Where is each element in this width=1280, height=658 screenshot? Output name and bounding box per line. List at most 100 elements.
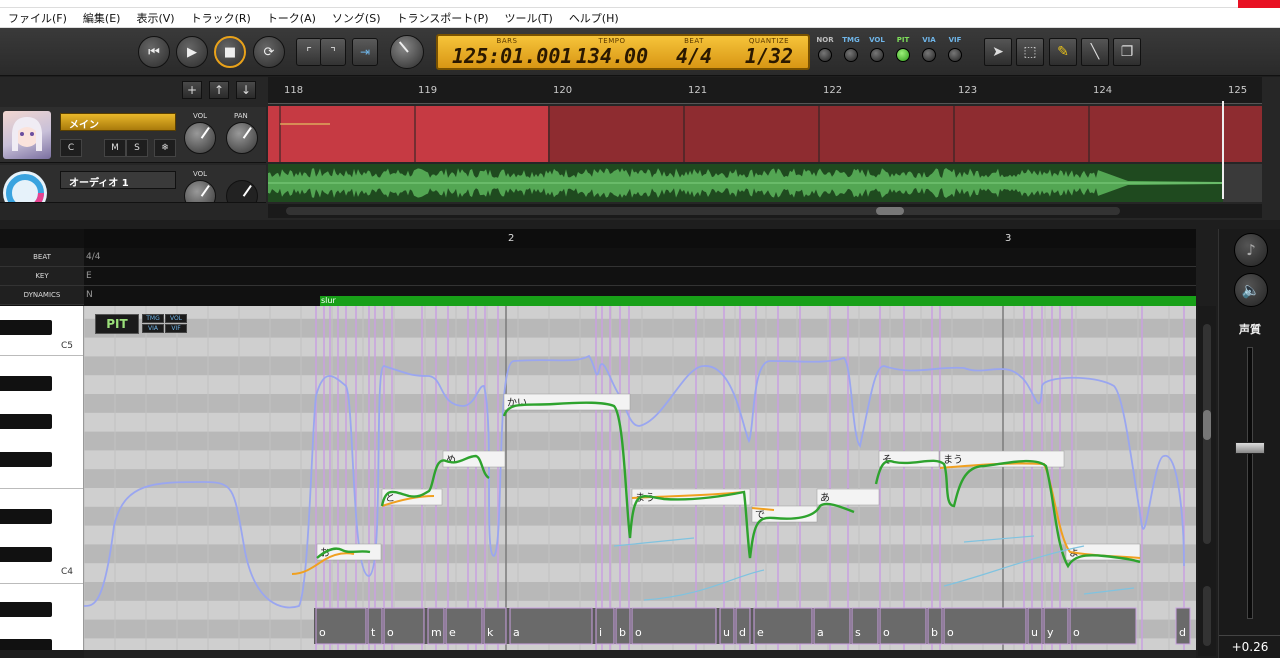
piano-roll-grid[interactable]: おとめかいまうであそ まうよo t o m e k a i b o u d e a s o b o u y o d <box>84 306 1196 650</box>
auto-scroll-button[interactable]: ⇥ <box>352 38 378 66</box>
bar-ruler[interactable]: 118 119 120 121 122 123 124 125 <box>268 77 1262 104</box>
singer-avatar[interactable] <box>3 111 51 159</box>
tmg-mode-button[interactable]: TMG <box>142 314 164 323</box>
stop-button[interactable]: ■ <box>214 36 246 68</box>
switch-vol[interactable]: VOL <box>866 36 888 62</box>
phoneme-block[interactable] <box>1069 607 1137 645</box>
key-strip-value[interactable]: E <box>86 271 92 281</box>
switch-nor[interactable]: NOR <box>814 36 836 62</box>
switch-via[interactable]: VIA <box>918 36 940 62</box>
plus-icon: + <box>186 83 198 97</box>
voice-quality-slider-track[interactable] <box>1247 347 1253 619</box>
close-window-button[interactable] <box>1238 0 1280 8</box>
black-key[interactable] <box>0 509 52 524</box>
vol-mode-button[interactable]: VOL <box>165 314 187 323</box>
track-pan-knob[interactable] <box>226 122 258 154</box>
tempo-value[interactable]: 134.00 <box>572 45 652 67</box>
move-track-down-button[interactable]: ↓ <box>236 81 256 99</box>
switch-vif[interactable]: VIF <box>944 36 966 62</box>
bar-number: 123 <box>958 85 978 96</box>
vif-mode-button[interactable]: VIF <box>165 324 187 333</box>
switch-pit[interactable]: PIT <box>892 36 914 62</box>
scroll-thumb[interactable] <box>876 207 904 215</box>
switch-led[interactable] <box>870 48 884 62</box>
menu-help[interactable]: ヘルプ(H) <box>561 10 627 26</box>
switch-led[interactable] <box>818 48 832 62</box>
black-key[interactable] <box>0 452 52 467</box>
punch-in-button[interactable]: ⌜ <box>296 38 322 66</box>
main-track-lane[interactable] <box>268 106 1262 162</box>
loop-button[interactable]: ⟳ <box>253 36 285 68</box>
pit-mode-button[interactable]: PIT <box>95 314 139 334</box>
menu-bar: ファイル(F) 編集(E) 表示(V) トラック(R) トーク(A) ソング(S… <box>0 8 1280 28</box>
play-button[interactable]: ▶ <box>176 36 208 68</box>
solo-button[interactable]: S <box>126 139 148 157</box>
zoom-slider[interactable] <box>1203 586 1211 646</box>
black-key[interactable] <box>0 414 52 429</box>
main-track-region[interactable] <box>268 106 1262 162</box>
quantize-value[interactable]: 1/32 <box>734 45 804 67</box>
menu-file[interactable]: ファイル(F) <box>0 10 75 26</box>
piano-roll-horizontal-scrollbar[interactable] <box>84 650 1196 658</box>
voice-quality-slider-handle[interactable] <box>1235 442 1265 454</box>
punch-out-button[interactable]: ⌝ <box>320 38 346 66</box>
switch-led[interactable] <box>896 48 910 62</box>
freeze-button[interactable]: ❄ <box>154 139 176 157</box>
menu-track[interactable]: トラック(R) <box>183 10 259 26</box>
menu-tools[interactable]: ツール(T) <box>497 10 561 26</box>
track-horizontal-scrollbar[interactable] <box>268 204 1262 218</box>
beat-value[interactable]: 4/4 <box>664 45 724 67</box>
switch-led[interactable] <box>922 48 936 62</box>
phoneme-block[interactable] <box>943 607 1027 645</box>
measure-ruler[interactable]: 2 3 <box>84 229 1196 248</box>
black-key[interactable] <box>0 639 52 650</box>
move-track-up-button[interactable]: ↑ <box>209 81 229 99</box>
pencil-tool-button[interactable]: ✎ <box>1049 38 1077 66</box>
menu-edit[interactable]: 編集(E) <box>75 10 129 26</box>
menu-view[interactable]: 表示(V) <box>128 10 182 26</box>
multi-window-button[interactable]: ❐ <box>1113 38 1141 66</box>
note-lyric: まう <box>943 454 963 466</box>
switch-led[interactable] <box>844 48 858 62</box>
piano-roll-canvas[interactable]: おとめかい まうであそまうよ o t o m e k a i b o u d e a s o b o u y o d <box>84 306 1196 650</box>
black-key[interactable] <box>0 376 52 391</box>
track-pan-knob[interactable] <box>226 180 258 202</box>
track-name[interactable]: メイン <box>60 113 176 131</box>
track-color-button[interactable]: C <box>60 139 82 157</box>
note-lyric: あ <box>820 492 830 504</box>
via-mode-button[interactable]: VIA <box>142 324 164 333</box>
phoneme-block[interactable] <box>631 607 717 645</box>
master-volume-knob[interactable] <box>390 35 424 69</box>
track-volume-knob[interactable] <box>184 180 216 202</box>
black-key[interactable] <box>0 547 52 562</box>
rewind-button[interactable]: ⏮ <box>138 36 170 68</box>
line-tool-button[interactable]: ╲ <box>1081 38 1109 66</box>
phoneme-label: e <box>449 626 456 639</box>
phoneme-block[interactable] <box>509 607 593 645</box>
speaker-button[interactable]: 🔈 <box>1234 273 1268 307</box>
menu-transport[interactable]: トランスポート(P) <box>389 10 497 26</box>
black-key[interactable] <box>0 320 52 335</box>
voice-quality-value[interactable]: +0.26 <box>1219 635 1280 658</box>
track-volume-knob[interactable] <box>184 122 216 154</box>
switch-tmg[interactable]: TMG <box>840 36 862 62</box>
black-key[interactable] <box>0 602 52 617</box>
add-track-button[interactable]: + <box>182 81 202 99</box>
piano-keyboard[interactable]: C5 C4 <box>0 306 84 650</box>
phoneme-label: d <box>739 626 746 639</box>
note-mode-button[interactable]: ♪ <box>1234 233 1268 267</box>
beat-strip-value[interactable]: 4/4 <box>86 252 100 262</box>
range-select-tool-button[interactable]: ⬚ <box>1016 38 1044 66</box>
menu-talk[interactable]: トーク(A) <box>259 10 324 26</box>
switch-led[interactable] <box>948 48 962 62</box>
mute-button[interactable]: M <box>104 139 126 157</box>
select-tool-button[interactable]: ➤ <box>984 38 1012 66</box>
scroll-thumb[interactable] <box>1203 410 1211 440</box>
audio-track-lane[interactable] <box>268 164 1262 202</box>
playhead[interactable] <box>1222 101 1224 199</box>
slur-bar[interactable]: slur <box>320 296 1196 306</box>
piano-roll-vertical-scrollbar[interactable] <box>1198 306 1216 656</box>
dynamics-strip-value[interactable]: N <box>86 290 93 300</box>
track-name[interactable]: オーディオ 1 <box>60 171 176 189</box>
menu-song[interactable]: ソング(S) <box>324 10 389 26</box>
